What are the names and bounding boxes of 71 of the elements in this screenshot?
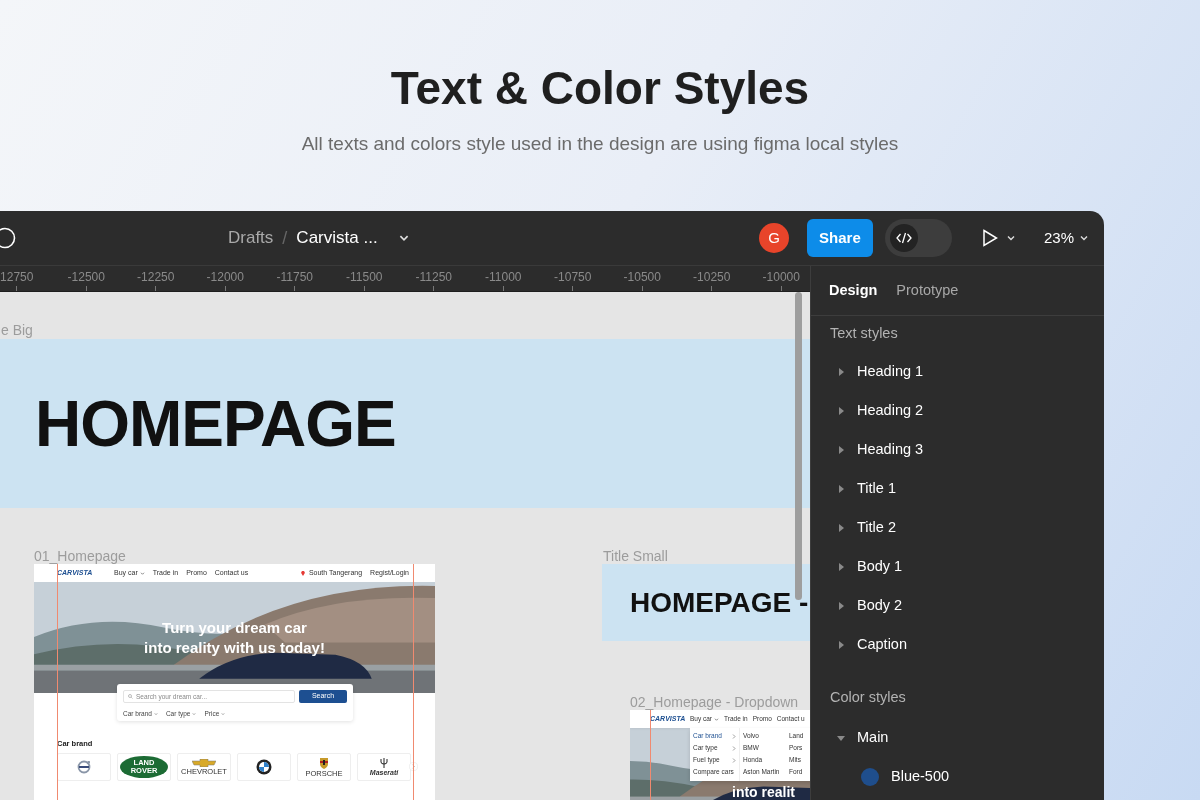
caret-right-icon[interactable] [837,523,845,532]
chevron-down-icon [221,711,226,716]
caret-right-icon[interactable] [837,406,845,415]
ruler-label: -12000 [206,269,244,286]
style-name[interactable]: Body 2 [857,594,903,617]
user-avatar[interactable]: G [758,223,789,253]
style-name[interactable]: Heading 1 [857,360,924,383]
banner-heading: HOMEPAGE [35,386,396,462]
frame-label: 01_Homepage [34,547,126,566]
panel-tab[interactable]: Design [829,279,878,302]
trident-icon [380,757,388,768]
caret-right-icon[interactable] [837,562,845,571]
zoom-level[interactable]: 23% [1043,226,1074,250]
play-icon[interactable] [981,229,998,247]
ruler-label: -11500 [346,269,383,286]
file-name[interactable]: Carvista ... [296,225,378,251]
caret-right-icon[interactable] [837,484,845,493]
breadcrumb-link[interactable]: Drafts [228,225,274,251]
ruler-label: -10750 [554,269,592,286]
page-subtitle: All texts and colors style used in the design are using figma local styles [301,132,899,156]
slash-separator: / [282,226,288,250]
search-icon [128,694,133,699]
style-name[interactable]: Title 1 [857,477,896,500]
code-icon [895,232,912,244]
style-name[interactable]: Body 1 [857,555,903,578]
style-group-name[interactable]: Main [857,726,889,749]
next-arrow-icon[interactable] [409,762,418,771]
scrollbar[interactable] [795,292,802,600]
ruler-label: -11250 [415,269,452,286]
banner-heading: HOMEPAGE - [630,585,809,620]
ruler-label: 12750 [0,269,34,286]
style-name[interactable]: Caption [857,633,907,656]
dev-mode-toggle[interactable] [884,219,952,257]
chevron-down-icon [153,711,158,716]
page-title: Text & Color Styles [390,61,810,116]
style-name[interactable]: Heading 2 [857,399,924,422]
chevron-down-icon [192,711,197,716]
ruler-label: -10250 [693,269,731,286]
color-style-name[interactable]: Blue-500 [891,765,950,788]
brand-tile[interactable] [237,753,291,781]
chevron-down-icon [1005,233,1016,243]
chevron-down-icon [1079,233,1089,243]
pin-icon [300,570,305,576]
style-name[interactable]: Title 2 [857,516,896,539]
ruler-label: -11000 [485,269,522,286]
section-title: Text styles [829,324,899,344]
style-name[interactable]: Heading 3 [857,438,924,461]
caret-right-icon[interactable] [837,445,845,454]
section-title: Color styles [829,688,907,708]
ruler-label: -12500 [67,269,105,286]
roundel-icon [256,759,272,775]
panel-tab[interactable]: Prototype [896,279,959,302]
hero-text: into reality with us today! [143,639,326,657]
caret-right-icon[interactable] [837,367,845,376]
caret-right-icon[interactable] [837,601,845,610]
caret-down-icon[interactable] [837,733,845,742]
crest-icon [319,756,329,769]
chevron-down-icon [714,716,720,722]
frame-label: e Big [1,321,33,340]
brand-tile[interactable] [57,753,111,781]
chevron-down-icon [139,570,145,576]
ruler-label: -10500 [623,269,661,286]
ruler-label: -12250 [137,269,175,286]
ruler-label: -11750 [276,269,313,286]
hero-text: into realit [732,783,795,800]
frame-label: Title Small [603,547,668,566]
share-button[interactable]: Share [806,219,873,257]
frame-label: 02_Homepage - Dropdown [630,693,799,712]
ruler-label: -10000 [762,269,800,286]
caret-right-icon[interactable] [837,640,845,649]
bowtie-icon [192,758,216,767]
